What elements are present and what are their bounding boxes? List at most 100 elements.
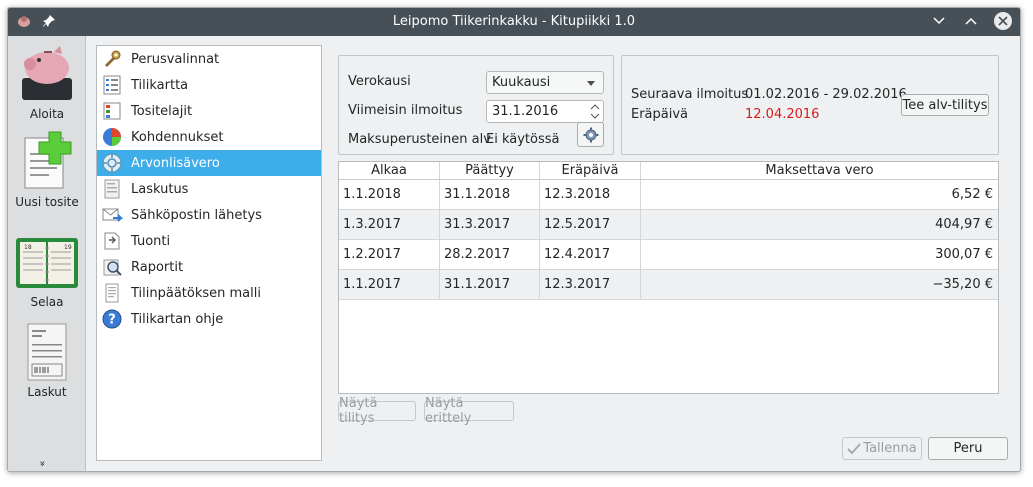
tallenna-label: Tallenna [863, 441, 917, 456]
sidebar-label-uusi-tosite: Uusi tosite [15, 195, 79, 209]
financial-statement-icon [105, 283, 119, 303]
nav-label: Tilinpäätöksen malli [131, 285, 261, 301]
nav-label: Raportit [131, 259, 184, 275]
nav-label: Tuonti [131, 233, 171, 249]
vat-settings-group: Verokausi Kuukausi Viimeisin ilmoitus 31… [338, 55, 614, 155]
nav-item-tilikartan-ohje[interactable]: ? Tilikartan ohje [97, 306, 321, 332]
nav-item-raportit[interactable]: Raportit [97, 254, 321, 280]
nav-item-tilikartta[interactable]: Tilikartta [97, 72, 321, 98]
viimeisin-date-field[interactable]: 31.1.2016 [486, 100, 604, 123]
table-cell: 31.3.2017 [440, 210, 540, 239]
table-cell: 12.5.2017 [540, 210, 641, 239]
email-send-icon [102, 208, 123, 222]
nav-item-perusvalinnat[interactable]: Perusvalinnat [97, 46, 321, 72]
svg-text:19: 19 [64, 244, 72, 251]
sidebar-label-laskut: Laskut [27, 385, 67, 399]
settings-nav-list: Perusvalinnat Tilikartta Tositelajit Koh… [96, 45, 322, 461]
next-filing-group: Seuraava ilmoitus 01.02.2016 - 29.02.201… [621, 55, 999, 155]
sidebar-label-selaa: Selaa [30, 295, 64, 309]
column-header-erapaiva[interactable]: Eräpäivä [540, 162, 641, 179]
nayta-erittely-button[interactable]: Näytä erittely [424, 396, 514, 426]
tools-icon [105, 50, 121, 67]
maksuperuste-value: Ei käytössä [486, 132, 560, 147]
table-row[interactable]: 1.3.2017 31.3.2017 12.5.2017 404,97 € [339, 210, 998, 240]
sidebar-item-uusi-tosite[interactable]: Uusi tosite [8, 130, 86, 210]
viimeisin-label: Viimeisin ilmoitus [348, 103, 463, 118]
table-cell: 12.3.2017 [540, 270, 641, 299]
pie-chart-icon [103, 128, 121, 146]
nav-label: Tilikartta [131, 77, 189, 93]
table-row[interactable]: 1.2.2017 28.2.2017 12.4.2017 300,07 € [339, 240, 998, 270]
table-cell: 1.1.2018 [339, 180, 440, 209]
tee-alv-tilitys-button[interactable]: Tee alv-tilitys [901, 94, 989, 116]
erapaiva-value: 12.04.2016 [745, 107, 820, 122]
table-cell: 404,97 € [935, 217, 993, 232]
reports-icon [103, 259, 122, 276]
viimeisin-value: 31.1.2016 [492, 104, 559, 119]
checkmark-icon [847, 442, 862, 454]
table-row[interactable]: 1.1.2017 31.1.2017 12.3.2017 −35,20 € [339, 270, 998, 300]
vat-periods-table: Alkaa Päättyy Eräpäivä Maksettava vero 1… [338, 161, 999, 394]
column-header-paattyy[interactable]: Päättyy [440, 162, 540, 179]
nav-item-arvonlisavero[interactable]: Arvonlisävero [97, 150, 321, 176]
document-types-icon [103, 102, 121, 120]
close-button[interactable] [994, 12, 1012, 30]
nav-item-sahkopostin-lahetys[interactable]: Sähköpostin lähetys [97, 202, 321, 228]
nav-label: Sähköpostin lähetys [131, 207, 262, 223]
sidebar-label-aloita: Aloita [29, 107, 65, 121]
nav-label: Perusvalinnat [131, 51, 220, 67]
table-cell: 12.4.2017 [540, 240, 641, 269]
nav-label: Kohdennukset [131, 129, 224, 145]
maximize-button[interactable] [962, 12, 980, 30]
maksuperuste-settings-button[interactable] [577, 122, 604, 147]
nav-item-laskutus[interactable]: Laskutus [97, 176, 321, 202]
table-cell: 12.3.2018 [540, 180, 641, 209]
vat-icon [102, 153, 122, 173]
column-header-alkaa[interactable]: Alkaa [339, 162, 440, 179]
invoicing-icon [104, 179, 120, 199]
nav-item-tilinpaatoksen-malli[interactable]: Tilinpäätöksen malli [97, 280, 321, 306]
nav-item-tositelajit[interactable]: Tositelajit [97, 98, 321, 124]
chart-of-accounts-icon [103, 75, 121, 95]
column-header-maksettava-vero[interactable]: Maksettava vero [641, 162, 998, 179]
app-window: Leipomo Tiikerinkakku - Kitupiikki 1.0 A… [7, 7, 1021, 472]
verokausi-label: Verokausi [348, 74, 411, 89]
table-cell: 31.1.2018 [440, 180, 540, 209]
main-sidebar: Aloita Uusi tosite 18 19 Selaa Laskut » [8, 36, 86, 471]
nayta-tilitys-button[interactable]: Näytä tilitys [338, 396, 416, 426]
piggy-bank-icon [22, 46, 72, 100]
table-cell: 1.1.2017 [339, 270, 440, 299]
minimize-button[interactable] [930, 12, 948, 30]
svg-text:?: ? [108, 313, 116, 328]
nav-label: Tilikartan ohje [131, 311, 224, 327]
nav-item-tuonti[interactable]: Tuonti [97, 228, 321, 254]
erapaiva-label: Eräpäivä [631, 107, 689, 122]
title-bar: Leipomo Tiikerinkakku - Kitupiikki 1.0 [8, 8, 1020, 36]
sidebar-item-laskut[interactable]: Laskut [8, 320, 86, 400]
import-icon [104, 232, 120, 250]
chevron-down-icon [587, 81, 595, 86]
book-icon: 18 19 [16, 238, 78, 288]
spin-arrows-icon[interactable] [589, 103, 601, 120]
tallenna-button[interactable]: Tallenna [842, 437, 922, 460]
table-row[interactable]: 1.1.2018 31.1.2018 12.3.2018 6,52 € [339, 180, 998, 210]
expand-sidebar-button[interactable]: » [37, 460, 48, 466]
table-cell: 6,52 € [951, 187, 993, 202]
maksuperuste-label: Maksuperusteinen alv [348, 132, 491, 147]
invoice-icon [27, 323, 67, 381]
sidebar-item-selaa[interactable]: 18 19 Selaa [8, 234, 86, 310]
svg-text:18: 18 [24, 244, 32, 251]
seuraava-label: Seuraava ilmoitus [631, 87, 749, 102]
verokausi-value: Kuukausi [492, 75, 551, 90]
gear-icon [583, 127, 598, 142]
nav-label: Laskutus [131, 181, 189, 197]
new-document-icon [24, 131, 72, 189]
verokausi-combo[interactable]: Kuukausi [486, 71, 604, 94]
nav-item-kohdennukset[interactable]: Kohdennukset [97, 124, 321, 150]
seuraava-value: 01.02.2016 - 29.02.2016 [745, 87, 907, 102]
nav-label: Tositelajit [131, 103, 193, 119]
window-title: Leipomo Tiikerinkakku - Kitupiikki 1.0 [392, 14, 636, 29]
sidebar-item-aloita[interactable]: Aloita [8, 42, 86, 122]
peru-button[interactable]: Peru [928, 437, 1008, 460]
help-icon: ? [102, 309, 122, 329]
